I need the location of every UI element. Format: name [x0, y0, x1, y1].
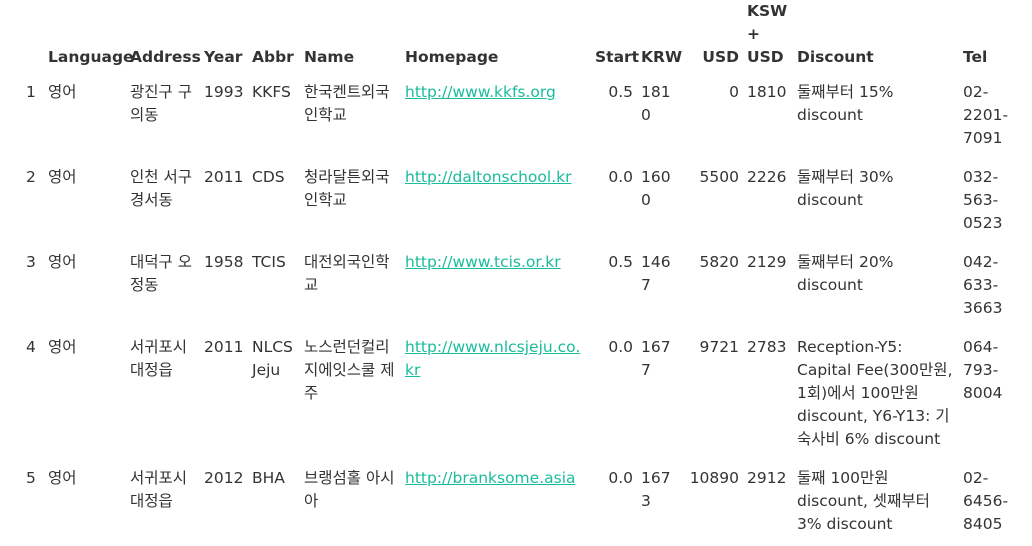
cell-ksw-usd: 2912 — [747, 469, 787, 487]
cell-ksw-usd: 1810 — [747, 83, 787, 101]
cell-discount: 둘째부터 15% discount — [797, 83, 894, 124]
cell-language: 영어 — [48, 338, 77, 356]
header-language: Language — [48, 48, 134, 66]
cell-name: 한국켄트외국인학교 — [304, 83, 390, 124]
cell-ksw-usd: 2226 — [747, 168, 787, 186]
homepage-link[interactable]: http://daltonschool.kr — [405, 168, 571, 186]
cell-tel: 032-563-0523 — [963, 168, 1003, 232]
header-krw: KRW — [641, 48, 683, 66]
header-year: Year — [204, 48, 243, 66]
cell-discount: 둘째부터 30% discount — [797, 168, 894, 209]
cell-year: 1993 — [204, 83, 244, 101]
cell-tel: 064-793-8004 — [963, 338, 1003, 402]
table-row: 2 영어 인천 서구 경서동 2011 CDS 청라달튼외국인학교 http:/… — [18, 160, 1028, 245]
header-ksw-usd: KSW + USD — [747, 2, 788, 66]
cell-name: 청라달튼외국인학교 — [304, 168, 390, 209]
cell-homepage: http://daltonschool.kr — [401, 160, 591, 245]
cell-address: 대덕구 오정동 — [130, 253, 192, 294]
cell-start: 0.5 — [608, 83, 633, 101]
header-index — [18, 0, 44, 75]
table-row: 1 영어 광진구 구의동 1993 KKFS 한국켄트외국인학교 http://… — [18, 75, 1028, 160]
cell-krw: 1810 — [641, 83, 671, 124]
cell-address: 서귀포시 대정읍 — [130, 469, 188, 510]
row-index: 4 — [26, 338, 36, 356]
cell-krw: 1600 — [641, 168, 671, 209]
cell-year: 1958 — [204, 253, 244, 271]
cell-homepage: http://www.tcis.or.kr — [401, 245, 591, 330]
cell-abbr: NLCS Jeju — [252, 338, 293, 379]
cell-krw: 1467 — [641, 253, 671, 294]
cell-krw: 1673 — [641, 469, 671, 510]
table-row: 4 영어 서귀포시 대정읍 2011 NLCS Jeju 노스런던컬리지에잇스쿨… — [18, 330, 1028, 461]
cell-homepage: http://branksome.asia — [401, 461, 591, 546]
homepage-link[interactable]: http://www.kkfs.org — [405, 83, 556, 101]
cell-usd: 5500 — [699, 168, 739, 186]
cell-usd: 5820 — [699, 253, 739, 271]
header-abbr: Abbr — [252, 48, 294, 66]
cell-language: 영어 — [48, 168, 77, 186]
cell-abbr: BHA — [252, 469, 285, 487]
cell-name: 브랭섬홀 아시아 — [304, 469, 395, 510]
header-homepage: Homepage — [405, 48, 499, 66]
cell-usd: 9721 — [699, 338, 739, 356]
cell-year: 2011 — [204, 168, 244, 186]
cell-start: 0.0 — [608, 168, 633, 186]
header-usd: USD — [702, 48, 739, 66]
cell-tel: 042-633-3663 — [963, 253, 1003, 317]
row-index: 2 — [26, 168, 36, 186]
cell-year: 2012 — [204, 469, 244, 487]
table-row: 3 영어 대덕구 오정동 1958 TCIS 대전외국인학교 http://ww… — [18, 245, 1028, 330]
cell-start: 0.0 — [608, 338, 633, 356]
cell-abbr: CDS — [252, 168, 285, 186]
cell-language: 영어 — [48, 469, 77, 487]
table-row: 5 영어 서귀포시 대정읍 2012 BHA 브랭섬홀 아시아 http://b… — [18, 461, 1028, 546]
cell-tel: 02-2201-7091 — [963, 83, 1009, 147]
header-tel: Tel — [963, 48, 988, 66]
cell-discount: 둘째 100만원 discount, 셋째부터 3% discount — [797, 469, 930, 533]
row-index: 1 — [26, 83, 36, 101]
cell-ksw-usd: 2129 — [747, 253, 787, 271]
row-index: 3 — [26, 253, 36, 271]
cell-usd: 0 — [729, 83, 739, 101]
cell-language: 영어 — [48, 253, 77, 271]
homepage-link[interactable]: http://www.tcis.or.kr — [405, 253, 561, 271]
header-address: Address — [130, 48, 201, 66]
cell-usd: 10890 — [689, 469, 739, 487]
cell-homepage: http://www.kkfs.org — [401, 75, 591, 160]
cell-tel: 02-6456-8405 — [963, 469, 1009, 533]
cell-start: 0.5 — [608, 253, 633, 271]
cell-address: 광진구 구의동 — [130, 83, 192, 124]
cell-language: 영어 — [48, 83, 77, 101]
cell-homepage: http://www.nlcsjeju.co.kr — [401, 330, 591, 461]
cell-abbr: TCIS — [252, 253, 286, 271]
cell-name: 대전외국인학교 — [304, 253, 390, 294]
cell-ksw-usd: 2783 — [747, 338, 787, 356]
header-start: Start — [595, 48, 640, 66]
cell-name: 노스런던컬리지에잇스쿨 제주 — [304, 338, 395, 402]
cell-abbr: KKFS — [252, 83, 291, 101]
cell-discount: 둘째부터 20% discount — [797, 253, 894, 294]
cell-address: 서귀포시 대정읍 — [130, 338, 188, 379]
homepage-link[interactable]: http://branksome.asia — [405, 469, 576, 487]
cell-start: 0.0 — [608, 469, 633, 487]
cell-year: 2011 — [204, 338, 244, 356]
header-name: Name — [304, 48, 355, 66]
header-row: Language Address Year Abbr Name Homepage… — [18, 0, 1028, 75]
row-index: 5 — [26, 469, 36, 487]
cell-address: 인천 서구 경서동 — [130, 168, 192, 209]
cell-krw: 1677 — [641, 338, 671, 379]
homepage-link[interactable]: http://www.nlcsjeju.co.kr — [405, 338, 580, 379]
schools-table: Language Address Year Abbr Name Homepage… — [18, 0, 1028, 546]
cell-discount: Reception-Y5: Capital Fee(300만원, 1회)에서 1… — [797, 338, 953, 448]
header-discount: Discount — [797, 48, 874, 66]
